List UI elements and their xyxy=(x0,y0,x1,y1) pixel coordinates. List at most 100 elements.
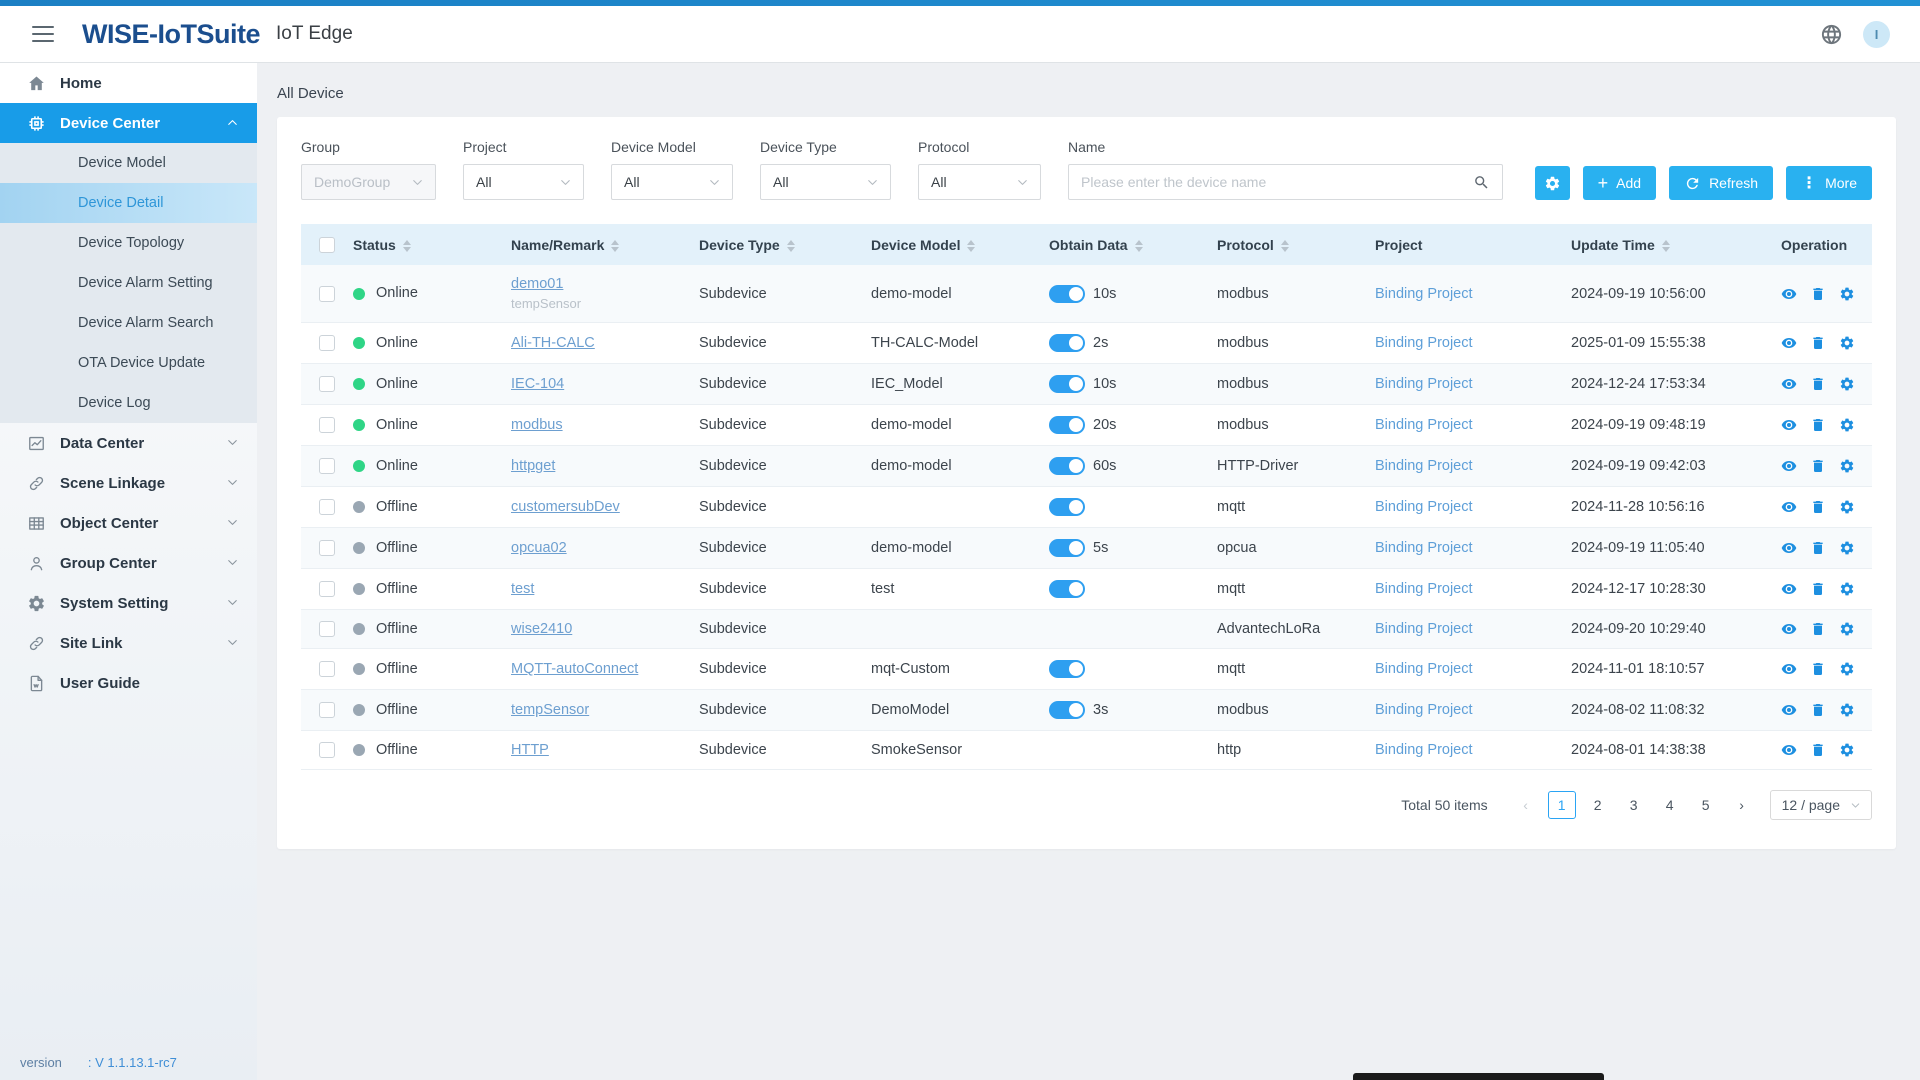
device-name-link[interactable]: Ali-TH-CALC xyxy=(511,335,595,351)
more-button[interactable]: ⋮More xyxy=(1786,166,1872,200)
page-1[interactable]: 1 xyxy=(1548,791,1576,819)
user-avatar[interactable]: I xyxy=(1863,21,1890,48)
sidebar-item-device-center[interactable]: Device Center xyxy=(0,103,257,143)
page-3[interactable]: 3 xyxy=(1620,791,1648,819)
binding-project-link[interactable]: Binding Project xyxy=(1375,661,1473,677)
row-checkbox[interactable] xyxy=(319,417,335,433)
settings-icon[interactable] xyxy=(1839,540,1855,556)
delete-icon[interactable] xyxy=(1810,621,1826,637)
settings-icon[interactable] xyxy=(1839,621,1855,637)
language-globe-icon[interactable] xyxy=(1820,23,1843,46)
sidebar-item-site-link[interactable]: Site Link xyxy=(0,623,257,663)
view-icon[interactable] xyxy=(1781,581,1797,597)
settings-icon[interactable] xyxy=(1839,661,1855,677)
settings-icon[interactable] xyxy=(1839,499,1855,515)
sidebar-item-data-center[interactable]: Data Center xyxy=(0,423,257,463)
view-icon[interactable] xyxy=(1781,742,1797,758)
settings-icon[interactable] xyxy=(1839,417,1855,433)
search-icon[interactable] xyxy=(1473,174,1490,191)
device-name-link[interactable]: modbus xyxy=(511,417,563,433)
sort-icon[interactable] xyxy=(967,240,975,252)
view-icon[interactable] xyxy=(1781,335,1797,351)
delete-icon[interactable] xyxy=(1810,376,1826,392)
row-checkbox[interactable] xyxy=(319,702,335,718)
sidebar-item-device-alarm-setting[interactable]: Device Alarm Setting xyxy=(0,263,257,303)
sidebar-item-home[interactable]: Home xyxy=(0,63,257,103)
obtain-data-toggle[interactable] xyxy=(1049,539,1085,557)
binding-project-link[interactable]: Binding Project xyxy=(1375,621,1473,637)
settings-icon[interactable] xyxy=(1839,458,1855,474)
row-checkbox[interactable] xyxy=(319,499,335,515)
settings-icon[interactable] xyxy=(1839,581,1855,597)
binding-project-link[interactable]: Binding Project xyxy=(1375,335,1473,351)
sidebar-item-group-center[interactable]: Group Center xyxy=(0,543,257,583)
settings-icon[interactable] xyxy=(1839,286,1855,302)
refresh-button[interactable]: Refresh xyxy=(1669,166,1773,200)
binding-project-link[interactable]: Binding Project xyxy=(1375,702,1473,718)
settings-icon[interactable] xyxy=(1839,376,1855,392)
view-icon[interactable] xyxy=(1781,540,1797,556)
sort-icon[interactable] xyxy=(611,240,619,252)
row-checkbox[interactable] xyxy=(319,286,335,302)
device-name-link[interactable]: demo01 xyxy=(511,276,563,292)
delete-icon[interactable] xyxy=(1810,458,1826,474)
row-checkbox[interactable] xyxy=(319,376,335,392)
view-icon[interactable] xyxy=(1781,417,1797,433)
obtain-data-toggle[interactable] xyxy=(1049,375,1085,393)
device-name-link[interactable]: tempSensor xyxy=(511,702,589,718)
obtain-data-toggle[interactable] xyxy=(1049,416,1085,434)
binding-project-link[interactable]: Binding Project xyxy=(1375,376,1473,392)
binding-project-link[interactable]: Binding Project xyxy=(1375,540,1473,556)
row-checkbox[interactable] xyxy=(319,581,335,597)
obtain-data-toggle[interactable] xyxy=(1049,334,1085,352)
view-icon[interactable] xyxy=(1781,702,1797,718)
binding-project-link[interactable]: Binding Project xyxy=(1375,499,1473,515)
filter-select-protocol[interactable]: All xyxy=(918,164,1041,200)
sidebar-item-object-center[interactable]: Object Center xyxy=(0,503,257,543)
device-name-link[interactable]: httpget xyxy=(511,458,555,474)
menu-toggle-icon[interactable] xyxy=(32,26,54,42)
sidebar-item-system-setting[interactable]: System Setting xyxy=(0,583,257,623)
settings-icon[interactable] xyxy=(1839,335,1855,351)
view-icon[interactable] xyxy=(1781,661,1797,677)
device-name-search-input[interactable]: Please enter the device name xyxy=(1068,164,1503,200)
row-checkbox[interactable] xyxy=(319,621,335,637)
delete-icon[interactable] xyxy=(1810,702,1826,718)
filter-select-project[interactable]: All xyxy=(463,164,584,200)
binding-project-link[interactable]: Binding Project xyxy=(1375,286,1473,302)
select-all-checkbox[interactable] xyxy=(319,237,335,253)
delete-icon[interactable] xyxy=(1810,499,1826,515)
device-name-link[interactable]: opcua02 xyxy=(511,540,567,556)
obtain-data-toggle[interactable] xyxy=(1049,580,1085,598)
pagination-prev[interactable]: ‹ xyxy=(1512,791,1540,819)
delete-icon[interactable] xyxy=(1810,335,1826,351)
sort-icon[interactable] xyxy=(1662,240,1670,252)
sort-icon[interactable] xyxy=(403,240,411,252)
row-checkbox[interactable] xyxy=(319,335,335,351)
row-checkbox[interactable] xyxy=(319,540,335,556)
sidebar-item-device-model[interactable]: Device Model xyxy=(0,143,257,183)
add-button[interactable]: +Add xyxy=(1583,166,1656,200)
filter-select-device-model[interactable]: All xyxy=(611,164,733,200)
settings-icon[interactable] xyxy=(1839,742,1855,758)
delete-icon[interactable] xyxy=(1810,417,1826,433)
delete-icon[interactable] xyxy=(1810,286,1826,302)
obtain-data-toggle[interactable] xyxy=(1049,457,1085,475)
delete-icon[interactable] xyxy=(1810,581,1826,597)
device-name-link[interactable]: test xyxy=(511,581,534,597)
device-name-link[interactable]: MQTT-autoConnect xyxy=(511,661,638,677)
sidebar-item-ota-device-update[interactable]: OTA Device Update xyxy=(0,343,257,383)
sort-icon[interactable] xyxy=(787,240,795,252)
device-name-link[interactable]: customersubDev xyxy=(511,499,620,515)
binding-project-link[interactable]: Binding Project xyxy=(1375,458,1473,474)
obtain-data-toggle[interactable] xyxy=(1049,701,1085,719)
sort-icon[interactable] xyxy=(1135,240,1143,252)
obtain-data-toggle[interactable] xyxy=(1049,498,1085,516)
view-icon[interactable] xyxy=(1781,499,1797,515)
sidebar-item-device-detail[interactable]: Device Detail xyxy=(0,183,257,223)
filter-select-group[interactable]: DemoGroup xyxy=(301,164,436,200)
pagination-next[interactable]: › xyxy=(1728,791,1756,819)
delete-icon[interactable] xyxy=(1810,540,1826,556)
sort-icon[interactable] xyxy=(1281,240,1289,252)
binding-project-link[interactable]: Binding Project xyxy=(1375,581,1473,597)
